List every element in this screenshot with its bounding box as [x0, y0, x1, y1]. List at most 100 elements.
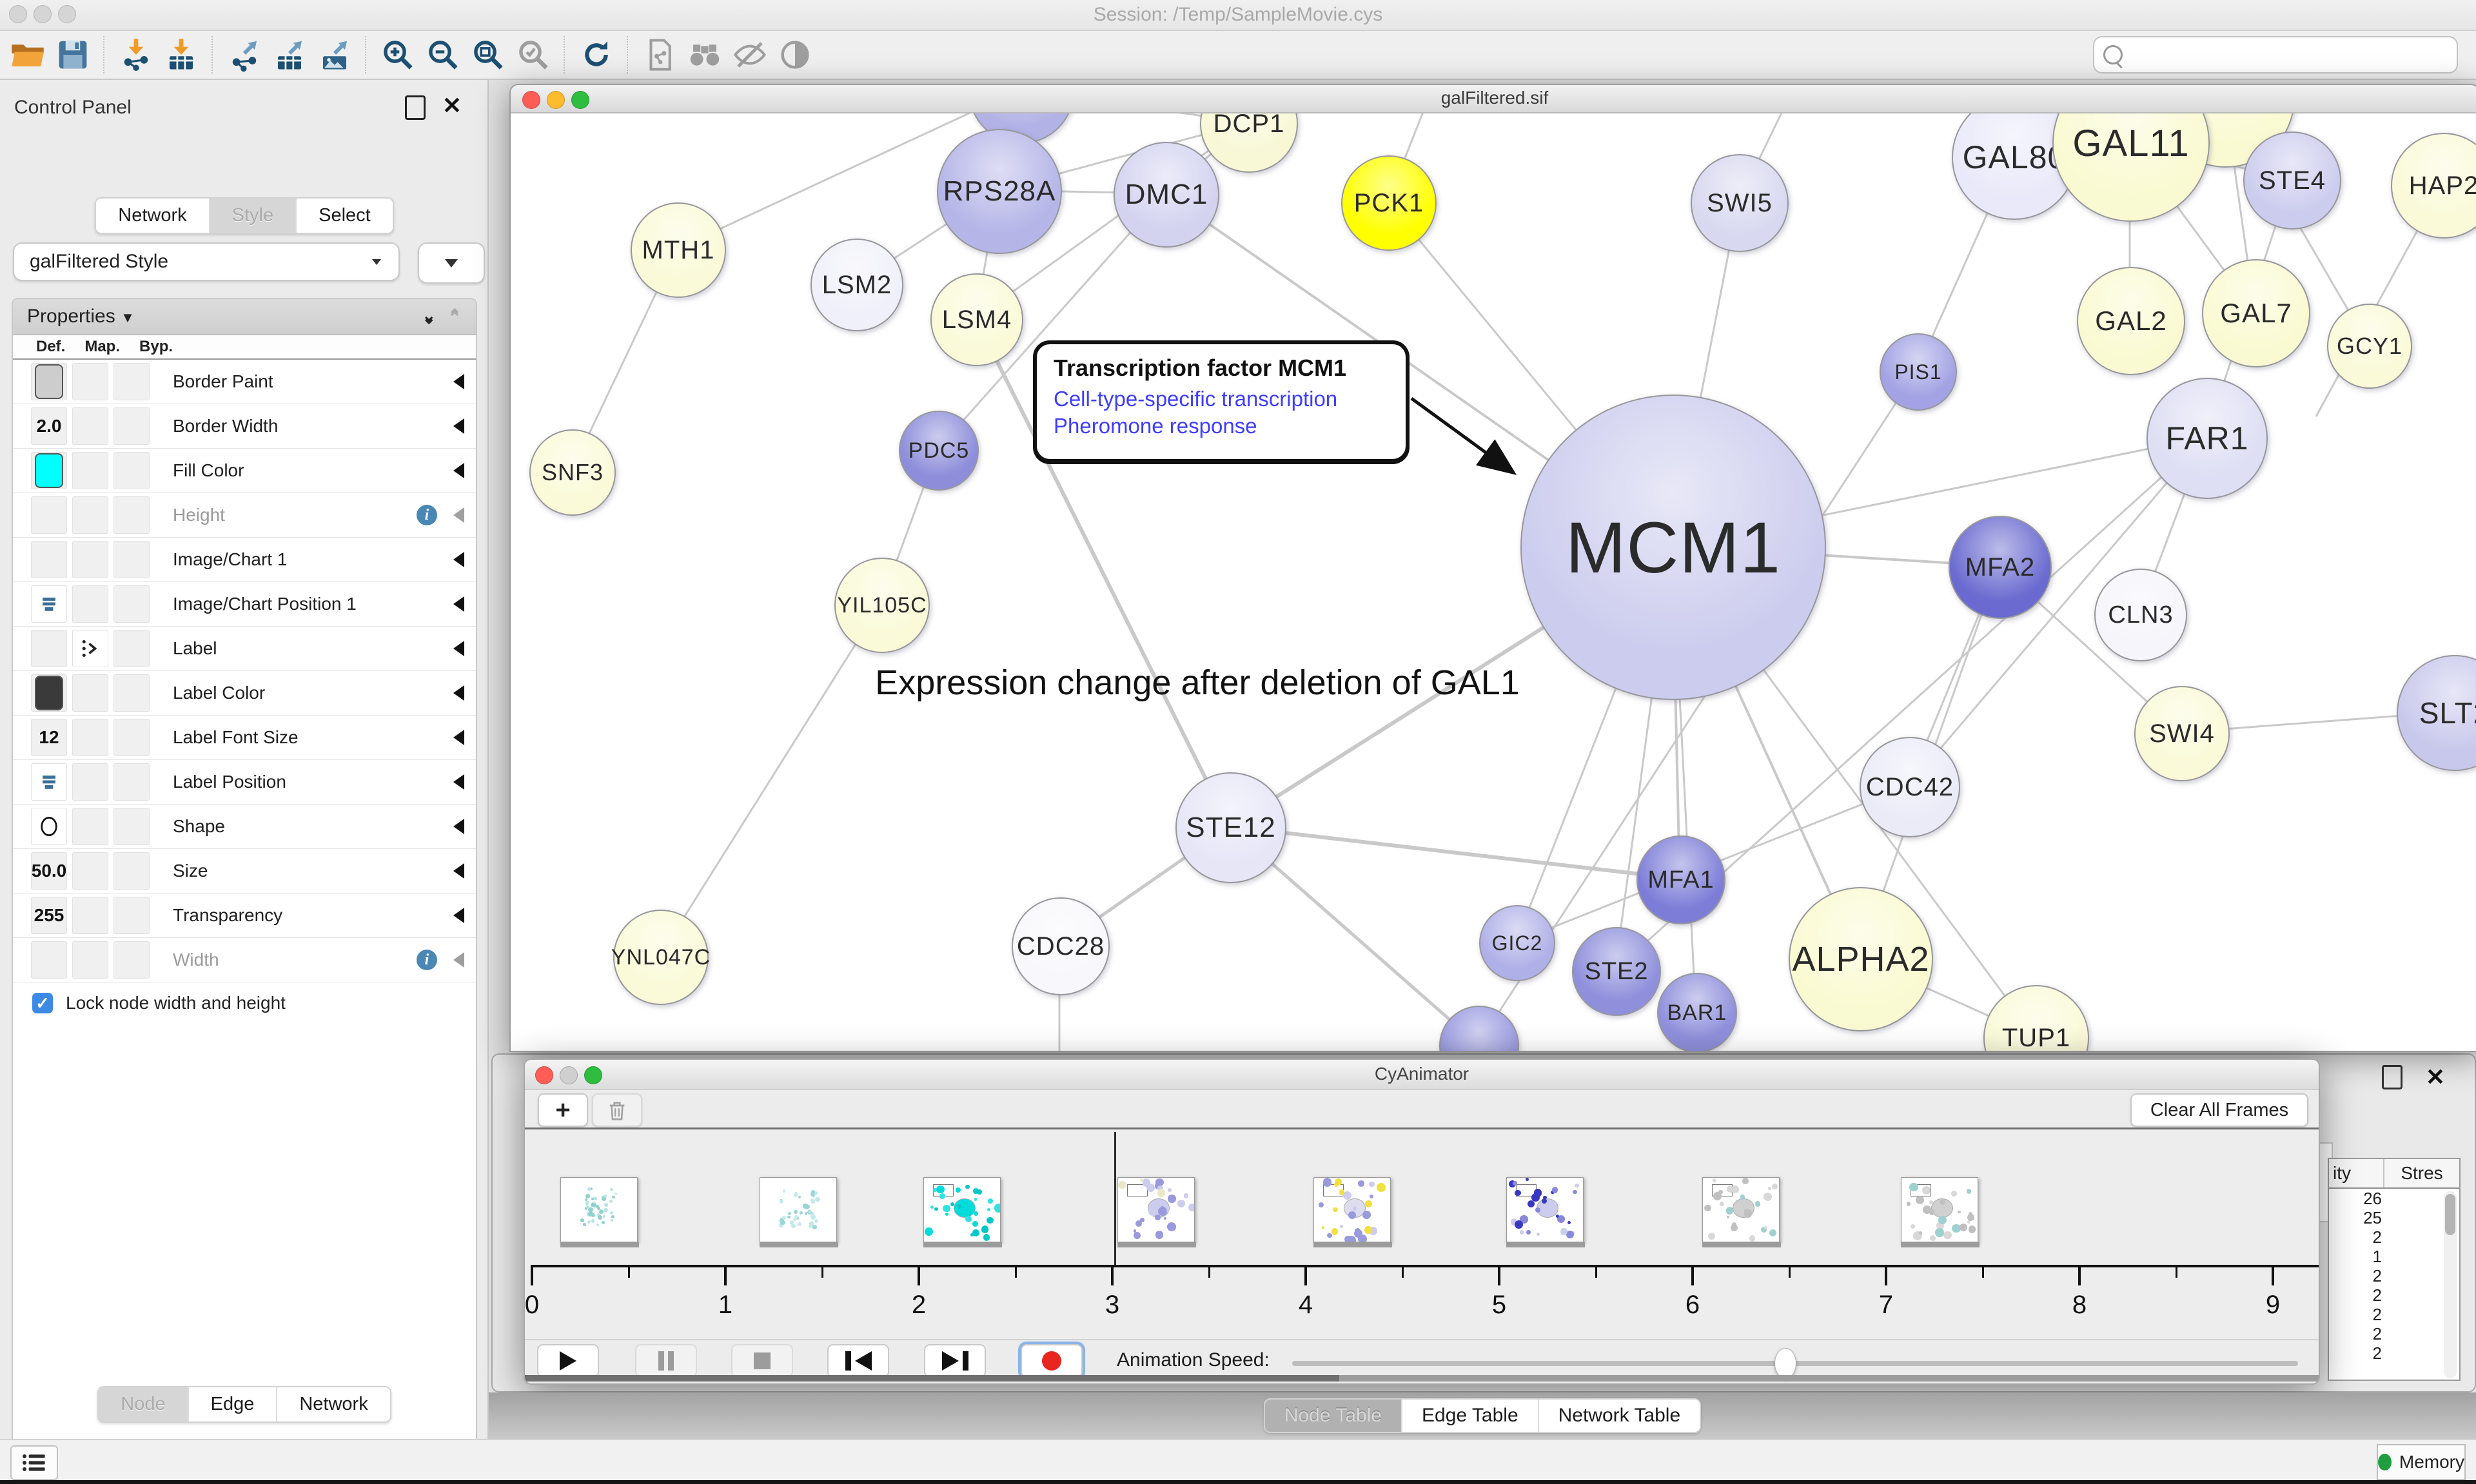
property-row-border-paint[interactable]: Border Paint — [13, 360, 476, 404]
mapping-cell[interactable] — [72, 452, 108, 489]
mapping-cell[interactable] — [72, 897, 108, 934]
expand-all-icon[interactable]: ⌄⌄ — [422, 313, 436, 320]
tab-network[interactable]: Network — [277, 1387, 389, 1421]
column-header-stress[interactable]: Stres — [2384, 1163, 2459, 1184]
bypass-cell[interactable] — [113, 941, 150, 979]
bypass-cell[interactable] — [113, 808, 150, 845]
import-network-button[interactable] — [116, 35, 156, 75]
search-field[interactable] — [2093, 36, 2458, 73]
close-panel-icon[interactable]: ✕ — [442, 95, 462, 116]
frame-thumbnail-7[interactable] — [1901, 1177, 1978, 1243]
delete-frame-button[interactable] — [592, 1093, 642, 1127]
node-MFA2[interactable]: MFA2 — [1949, 516, 2052, 619]
node-DMC1[interactable]: DMC1 — [1114, 142, 1219, 248]
expand-property-icon[interactable] — [453, 730, 464, 745]
frame-thumbnail-3[interactable] — [1117, 1177, 1195, 1243]
tab-edge[interactable]: Edge — [189, 1387, 278, 1421]
export-table-button[interactable] — [270, 35, 310, 75]
property-row-label[interactable]: Label — [13, 627, 476, 671]
node-SWI4[interactable]: SWI4 — [2134, 686, 2230, 781]
default-value-cell[interactable] — [31, 630, 67, 667]
annotation-link-2[interactable]: Pheromone response — [1054, 414, 1389, 438]
show-panels-button[interactable] — [10, 1445, 58, 1480]
properties-header[interactable]: Properties ▼ — [27, 306, 135, 327]
table-row[interactable]: 2 — [2329, 1305, 2406, 1324]
table-row[interactable]: 2 — [2329, 1227, 2406, 1247]
default-value-cell[interactable] — [31, 763, 67, 801]
property-row-size[interactable]: 50.0Size — [13, 849, 476, 893]
node-LSM2[interactable]: LSM2 — [811, 239, 903, 331]
expand-property-icon[interactable] — [453, 418, 464, 434]
bypass-cell[interactable] — [113, 541, 150, 578]
node-FAR1[interactable]: FAR1 — [2147, 378, 2268, 499]
play-button[interactable] — [537, 1344, 599, 1378]
expand-property-icon[interactable] — [453, 819, 464, 834]
node-STE12[interactable]: STE12 — [1175, 772, 1286, 883]
mapping-cell[interactable] — [72, 363, 108, 400]
slider-knob[interactable] — [1774, 1348, 1796, 1379]
tab-network-table[interactable]: Network Table — [1539, 1400, 1700, 1432]
node-PDC5[interactable]: PDC5 — [899, 411, 979, 491]
animation-speed-slider[interactable] — [1292, 1361, 2298, 1366]
expand-property-icon[interactable] — [453, 908, 464, 923]
frame-thumbnail-0[interactable] — [560, 1177, 638, 1243]
bypass-cell[interactable] — [113, 452, 150, 489]
export-image-button[interactable] — [315, 35, 355, 75]
property-row-label-font-size[interactable]: 12Label Font Size — [13, 716, 476, 760]
node-CDC28[interactable]: CDC28 — [1012, 897, 1110, 995]
property-row-height[interactable]: Heighti — [13, 493, 476, 538]
close-panel-icon[interactable]: ✕ — [2426, 1067, 2445, 1088]
network-canvas[interactable]: RPS28ADCP1DMC1PCK1MTH1LSM2LSM4SNF3PDC5YI… — [511, 113, 2476, 1052]
search-input[interactable] — [2129, 44, 2441, 66]
style-options-button[interactable] — [418, 242, 485, 284]
zoom-out-button[interactable] — [423, 35, 463, 75]
network-document-button[interactable] — [640, 35, 680, 75]
table-row[interactable]: 25 — [2329, 1208, 2406, 1227]
table-scrollbar[interactable] — [2444, 1191, 2457, 1378]
tab-style[interactable]: Style — [210, 199, 297, 233]
expand-property-icon[interactable] — [453, 641, 464, 656]
node-GAL2[interactable]: GAL2 — [2077, 267, 2185, 375]
default-value-cell[interactable] — [31, 541, 67, 578]
zoom-in-button[interactable] — [378, 35, 418, 75]
collapse-all-icon[interactable]: ⌃⌃ — [447, 313, 462, 320]
node-YIL105C[interactable]: YIL105C — [834, 558, 930, 653]
info-icon[interactable]: i — [417, 505, 437, 525]
annotation-box[interactable]: Transcription factor MCM1 Cell-type-spec… — [1033, 340, 1410, 463]
frame-thumbnail-1[interactable] — [760, 1177, 837, 1243]
info-icon[interactable]: i — [417, 950, 437, 970]
default-value-cell[interactable] — [31, 363, 67, 400]
bypass-cell[interactable] — [113, 630, 150, 667]
frame-thumbnail-4[interactable] — [1313, 1177, 1391, 1243]
record-button[interactable] — [1021, 1344, 1083, 1378]
table-row[interactable]: 2 — [2329, 1266, 2406, 1285]
mapping-cell[interactable] — [72, 630, 108, 667]
property-row-image-chart-1[interactable]: Image/Chart 1 — [13, 538, 476, 582]
default-value-cell[interactable]: 2.0 — [31, 407, 67, 445]
node-CDC42[interactable]: CDC42 — [1860, 737, 1960, 837]
property-row-fill-color[interactable]: Fill Color — [13, 449, 476, 493]
expand-property-icon[interactable] — [453, 952, 464, 968]
expand-property-icon[interactable] — [453, 507, 464, 523]
mapping-cell[interactable] — [72, 674, 108, 712]
pause-button[interactable] — [635, 1344, 697, 1378]
clear-all-frames-button[interactable]: Clear All Frames — [2130, 1093, 2308, 1127]
bypass-cell[interactable] — [113, 763, 150, 801]
property-row-width[interactable]: Widthi — [13, 938, 476, 982]
tab-node-table[interactable]: Node Table — [1265, 1400, 1402, 1432]
mapping-cell[interactable] — [72, 585, 108, 623]
property-row-label-color[interactable]: Label Color — [13, 671, 476, 716]
bypass-cell[interactable] — [113, 496, 150, 534]
go-to-start-button[interactable] — [827, 1344, 889, 1378]
table-row[interactable]: 2 — [2329, 1285, 2406, 1305]
node-ALPHA2[interactable]: ALPHA2 — [1789, 887, 1933, 1031]
network-window-titlebar[interactable]: galFiltered.sif — [511, 85, 2476, 113]
open-session-button[interactable] — [8, 35, 48, 75]
default-value-cell[interactable] — [31, 674, 67, 712]
bypass-cell[interactable] — [113, 852, 150, 890]
node-GCY1[interactable]: GCY1 — [2327, 304, 2412, 389]
timeline-playhead[interactable] — [1114, 1132, 1116, 1265]
lock-size-checkbox[interactable]: ✓ — [32, 993, 53, 1013]
tab-network[interactable]: Network — [96, 199, 210, 233]
table-row[interactable]: 2 — [2329, 1324, 2406, 1343]
